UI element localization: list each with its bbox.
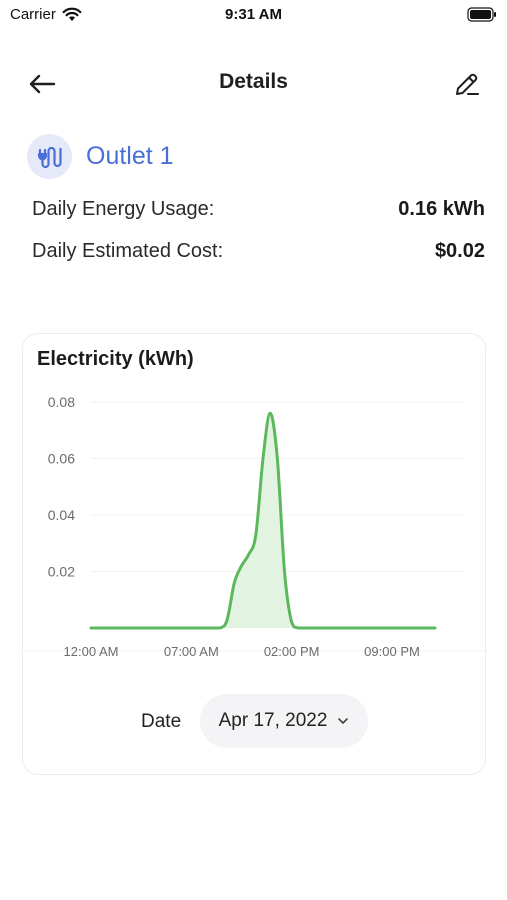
battery-icon	[467, 7, 496, 22]
page-title: Details	[219, 70, 288, 93]
device-header: Outlet 1	[27, 133, 174, 179]
energy-usage-row: Daily Energy Usage: 0.16 kWh	[32, 195, 485, 223]
y-tick-label: 0.08	[48, 394, 75, 410]
x-tick-label: 12:00 AM	[64, 644, 119, 659]
edit-pencil-icon	[456, 73, 479, 95]
x-tick-label: 02:00 PM	[264, 644, 320, 659]
status-bar: Carrier 9:31 AM	[0, 0, 507, 30]
estimated-cost-row: Daily Estimated Cost: $0.02	[32, 237, 485, 265]
electricity-chart: 0.08 0.06 0.04 0.02 12:00 AM 07:00 AM 02:00 PM…	[23, 394, 487, 659]
date-value: Apr 17, 2022	[218, 710, 328, 731]
energy-usage-value: 0.16 kWh	[398, 197, 485, 220]
chevron-down-icon	[338, 718, 349, 724]
edit-button[interactable]	[449, 66, 485, 102]
y-tick-label: 0.06	[48, 451, 75, 467]
x-tick-label: 09:00 PM	[364, 644, 420, 659]
x-tick-label: 07:00 AM	[164, 644, 219, 659]
estimated-cost-label: Daily Estimated Cost:	[32, 239, 224, 262]
plug-icon	[37, 146, 62, 169]
y-tick-label: 0.04	[48, 507, 75, 523]
date-picker[interactable]: Apr 17, 2022	[200, 694, 368, 748]
date-label: Date	[141, 711, 182, 732]
chart-card: Electricity (kWh) 0.08 0.06 0.04 0.02 12:00 …	[22, 333, 487, 775]
device-icon-badge	[27, 133, 72, 179]
y-tick-label: 0.02	[48, 564, 75, 580]
status-time: 9:31 AM	[225, 6, 282, 23]
estimated-cost-value: $0.02	[434, 239, 485, 262]
nav-bar: Details	[0, 60, 507, 106]
energy-usage-label: Daily Energy Usage:	[32, 197, 215, 220]
device-name: Outlet 1	[86, 141, 174, 170]
